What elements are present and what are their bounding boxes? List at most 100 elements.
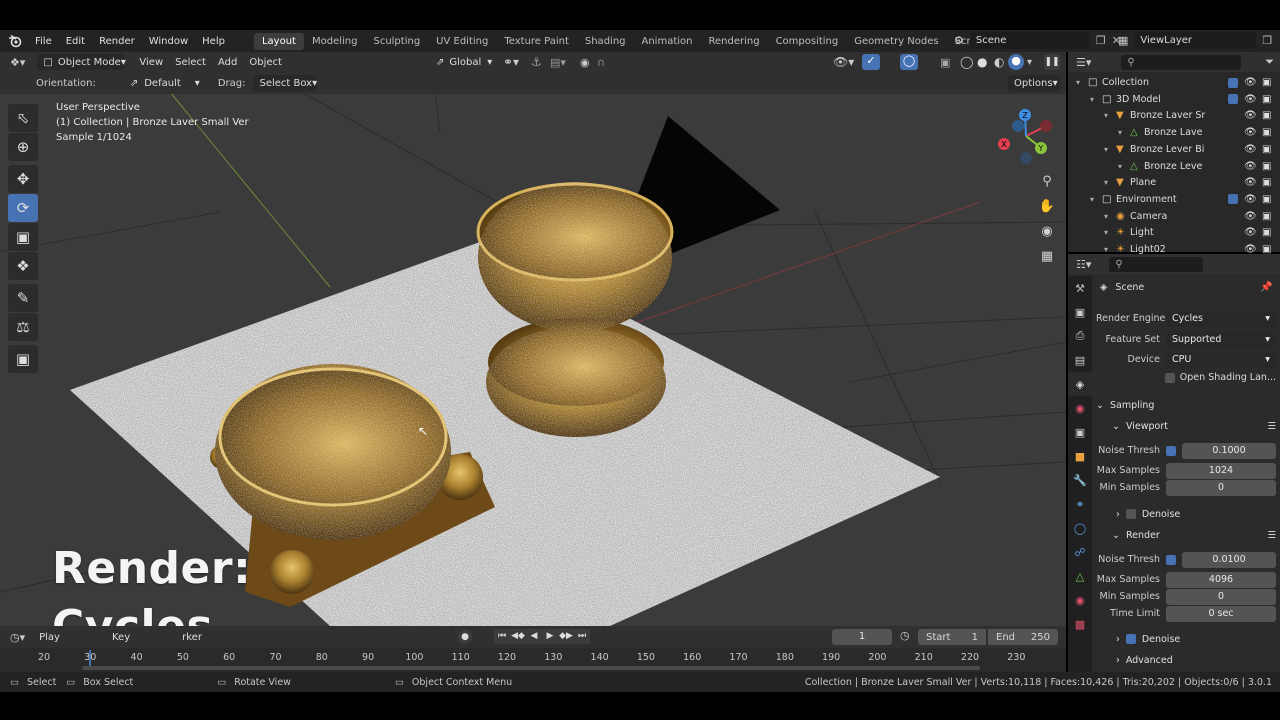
r-noise-thresh-checkbox[interactable] — [1166, 554, 1176, 565]
keying-menu[interactable]: Key — [106, 629, 136, 645]
orientation-selector[interactable]: ⇗ Default ▾ — [124, 75, 206, 91]
eye-icon[interactable]: 👁 — [1244, 211, 1257, 222]
physics-tab-icon[interactable]: ◯ — [1068, 516, 1092, 540]
scale-tool-icon[interactable]: ▣ — [8, 223, 38, 251]
playhead[interactable] — [89, 650, 91, 666]
cursor-tool-icon[interactable]: ⊕ — [8, 133, 38, 161]
render-camera-icon[interactable]: ▣ — [1262, 227, 1271, 238]
tab-compositing[interactable]: Compositing — [768, 33, 847, 50]
render-camera-icon[interactable]: ▣ — [1262, 194, 1271, 205]
annotate-tool-icon[interactable]: ✎ — [8, 284, 38, 312]
disclosure-icon[interactable]: ▾ — [1104, 145, 1108, 154]
eye-icon[interactable]: 👁 — [1244, 77, 1257, 88]
material-tab-icon[interactable]: ◉ — [1068, 588, 1092, 612]
options-button[interactable]: Options ▾ — [1008, 75, 1060, 91]
material-shading-icon[interactable]: ◐ — [994, 55, 1004, 69]
vp-noise-thresh-checkbox[interactable] — [1166, 445, 1176, 456]
falloff-icon[interactable]: ∩ — [597, 56, 605, 69]
rendered-shading-icon[interactable]: ● — [1008, 54, 1024, 70]
outliner-row[interactable]: ▾ □ 3D Model 👁 ▣ — [1068, 91, 1280, 108]
navigation-gizmo[interactable]: X Y Z — [996, 106, 1056, 166]
vp-denoise-subpanel-header[interactable]: › Denoise — [1116, 505, 1276, 523]
solid-shading-icon[interactable]: ● — [977, 55, 987, 69]
disclosure-icon[interactable]: ▾ — [1104, 228, 1108, 237]
exclude-checkbox[interactable] — [1228, 77, 1238, 88]
disclosure-icon[interactable]: ▾ — [1104, 111, 1108, 120]
tab-texture-paint[interactable]: Texture Paint — [496, 33, 577, 50]
menu-view[interactable]: View — [133, 54, 169, 70]
r-max-samples-field[interactable]: 4096 — [1166, 571, 1276, 588]
sampling-panel-header[interactable]: ⌄ Sampling — [1096, 396, 1276, 414]
timeline-ruler[interactable]: 2030405060708090100110120130140150160170… — [0, 650, 1066, 666]
snap-icon[interactable]: ⚓ — [531, 55, 542, 69]
transform-tool-icon[interactable]: ❖ — [8, 252, 38, 280]
end-frame-field[interactable]: End 250 — [988, 629, 1058, 645]
render-subpanel-header[interactable]: ⌄ Render ☰ — [1112, 526, 1276, 544]
scene-tab-icon[interactable]: ◈ — [1068, 372, 1092, 396]
scene-icon[interactable]: ⚙ — [954, 34, 964, 47]
render-camera-icon[interactable]: ▣ — [1262, 144, 1271, 155]
tool-tab-icon[interactable]: ⚒ — [1068, 276, 1092, 300]
shading-options-icon[interactable]: ▾ — [1027, 57, 1032, 68]
transform-orientation-selector[interactable]: ⇗ Global ▾ — [430, 54, 498, 70]
properties-search-input[interactable]: ⚲ — [1109, 256, 1204, 272]
zoom-icon[interactable]: ⚲ — [1036, 170, 1058, 192]
outliner-row[interactable]: ▾ □ Environment 👁 ▣ — [1068, 191, 1280, 208]
data-tab-icon[interactable]: △ — [1068, 564, 1092, 588]
outliner-editor-icon[interactable]: ☰▾ — [1076, 56, 1091, 69]
disclosure-icon[interactable]: ▾ — [1104, 245, 1108, 254]
new-scene-icon[interactable]: ❐ — [1096, 34, 1106, 47]
move-tool-icon[interactable]: ✥ — [8, 165, 38, 193]
world-tab-icon[interactable]: ◉ — [1068, 396, 1092, 420]
properties-editor-icon[interactable]: ☷▾ — [1076, 258, 1091, 271]
render-camera-icon[interactable]: ▣ — [1262, 177, 1271, 188]
preview-range-icon[interactable]: ◷ — [900, 629, 910, 642]
r-denoise-checkbox[interactable] — [1125, 634, 1136, 644]
disclosure-icon[interactable]: ▾ — [1118, 128, 1122, 137]
modifier-tab-icon[interactable]: 🔧 — [1068, 468, 1092, 492]
render-camera-icon[interactable]: ▣ — [1262, 94, 1271, 105]
outliner-row[interactable]: ▾ △ Bronze Leve 👁 ▣ — [1068, 158, 1280, 175]
jump-start-icon[interactable]: ⏮ — [494, 629, 510, 644]
gizmo-icon[interactable]: ✓ — [862, 54, 880, 70]
outliner-row[interactable]: ▾ ☀ Light 👁 ▣ — [1068, 224, 1280, 241]
eye-icon[interactable]: 👁 — [1244, 127, 1257, 138]
perspective-toggle-icon[interactable]: ▦ — [1036, 245, 1058, 267]
vp-max-samples-field[interactable]: 1024 — [1166, 462, 1276, 479]
object-tab-icon[interactable]: ■ — [1068, 444, 1092, 468]
tab-shading[interactable]: Shading — [577, 33, 634, 50]
add-cube-tool-icon[interactable]: ▣ — [8, 345, 38, 373]
tab-modeling[interactable]: Modeling — [304, 33, 366, 50]
disclosure-icon[interactable]: ▾ — [1076, 78, 1080, 87]
record-icon[interactable]: ● — [458, 630, 472, 644]
tab-layout[interactable]: Layout — [253, 32, 304, 50]
tab-geometry-nodes[interactable]: Geometry Nodes — [846, 33, 946, 50]
vp-noise-thresh-field[interactable]: 0.1000 — [1182, 442, 1276, 459]
r-denoise-subpanel-header[interactable]: › Denoise — [1116, 630, 1276, 648]
play-reverse-icon[interactable]: ◀ — [526, 629, 542, 644]
jump-end-icon[interactable]: ⏭ — [574, 629, 590, 644]
pivot-point-icon[interactable]: ⚭▾ — [503, 55, 519, 69]
render-tab-icon[interactable]: ▣ — [1068, 300, 1092, 324]
particles-tab-icon[interactable]: ⚭ — [1068, 492, 1092, 516]
render-engine-select[interactable]: Cycles ▾ — [1166, 310, 1276, 327]
list-icon[interactable]: ☰ — [1267, 421, 1276, 432]
list-icon[interactable]: ☰ — [1267, 530, 1276, 541]
current-frame-field[interactable]: 1 — [832, 629, 892, 645]
drag-selector[interactable]: Select Box ▾ — [253, 75, 318, 91]
outliner-row[interactable]: ▾ △ Bronze Lave 👁 ▣ — [1068, 124, 1280, 141]
feature-set-select[interactable]: Supported ▾ — [1166, 331, 1276, 348]
view-layer-icon[interactable]: ▦ — [1118, 34, 1128, 47]
outliner-row[interactable]: ▾ ▼ Plane 👁 ▣ — [1068, 174, 1280, 191]
visibility-icon[interactable]: 👁▾ — [833, 55, 854, 69]
disclosure-icon[interactable]: ▾ — [1104, 178, 1108, 187]
tab-animation[interactable]: Animation — [634, 33, 701, 50]
next-keyframe-icon[interactable]: ◆▶ — [558, 629, 574, 644]
eye-icon[interactable]: 👁 — [1244, 144, 1257, 155]
constraints-tab-icon[interactable]: ☍ — [1068, 540, 1092, 564]
outliner-row[interactable]: ▾ ◉ Camera 👁 ▣ — [1068, 208, 1280, 225]
pan-hand-icon[interactable]: ✋ — [1036, 195, 1058, 217]
tab-uv-editing[interactable]: UV Editing — [428, 33, 496, 50]
render-camera-icon[interactable]: ▣ — [1262, 211, 1271, 222]
collection-tab-icon[interactable]: ▣ — [1068, 420, 1092, 444]
